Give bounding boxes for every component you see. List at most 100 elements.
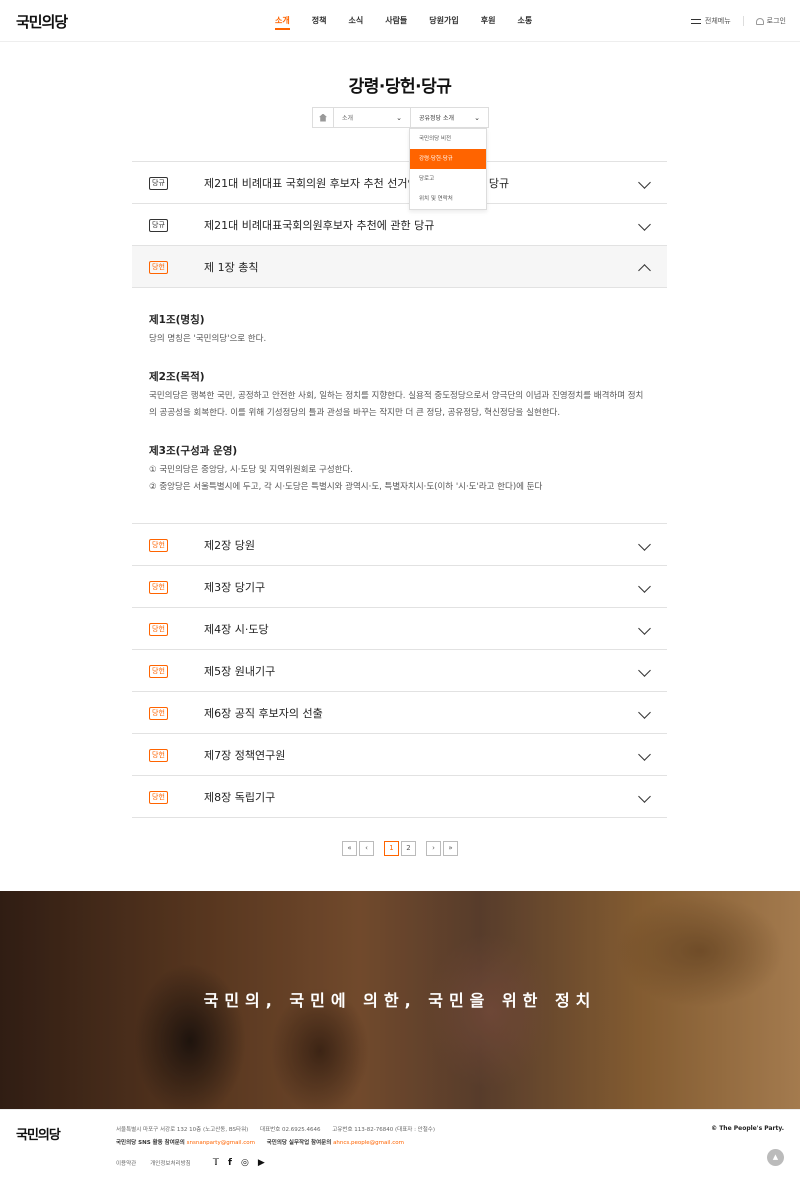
chevron-down-icon: ⌄ xyxy=(474,113,480,122)
sns-links: 𝕋 f ◎ ▶ xyxy=(213,1158,274,1168)
charter-badge: 당헌 xyxy=(149,664,168,678)
accordion-row-title: 제21대 비례대표국회의원후보자 추천에 관한 당규 xyxy=(204,219,435,232)
footer-phone-label: 대표번호 xyxy=(260,1127,281,1133)
privacy-link[interactable]: 개인정보처리방침 xyxy=(150,1159,190,1167)
charter-badge: 당헌 xyxy=(149,622,168,636)
accordion-row[interactable]: 당헌 제4장 시·도당 xyxy=(132,608,667,650)
breadcrumb: 소개 ⌄ 공유정당 소개 ⌄ xyxy=(312,107,489,128)
footer-links: 이용약관 개인정보처리방침 𝕋 f ◎ ▶ xyxy=(116,1158,274,1168)
twitter-icon[interactable]: 𝕋 xyxy=(213,1158,219,1168)
footer-contact-line: 국민의당 SNS 활동 참여문의 snsnanparty@gmail.com 국… xyxy=(116,1138,404,1146)
footer-bizno-label: 고유번호 xyxy=(332,1127,353,1133)
footer-work-email[interactable]: ahncs.people@gmail.com xyxy=(333,1140,404,1146)
nav-item-donate[interactable]: 후원 xyxy=(470,0,507,42)
breadcrumb-dropdown: 국민의당 비전 강령·당헌·당규 당로고 위치 및 연락처 xyxy=(409,128,487,210)
nav-item-communication[interactable]: 소통 xyxy=(506,0,543,42)
accordion-row[interactable]: 당헌 제6장 공직 후보자의 선출 xyxy=(132,692,667,734)
last-page-button[interactable]: » xyxy=(443,841,458,856)
facebook-icon[interactable]: f xyxy=(228,1158,232,1168)
accordion-row[interactable]: 당헌 제8장 독립기구 xyxy=(132,776,667,818)
terms-link[interactable]: 이용약관 xyxy=(116,1159,136,1167)
instagram-icon[interactable]: ◎ xyxy=(241,1158,249,1168)
menu-icon[interactable] xyxy=(690,18,701,24)
nav-item-join[interactable]: 당원가입 xyxy=(418,0,469,42)
chevron-up-icon xyxy=(638,264,651,277)
chevron-down-icon xyxy=(638,176,651,189)
accordion-row[interactable]: 당헌 제3장 당기구 xyxy=(132,566,667,608)
nav-item-about[interactable]: 소개 xyxy=(264,0,301,42)
first-page-button[interactable]: « xyxy=(342,841,357,856)
charter-badge: 당헌 xyxy=(149,580,168,594)
accordion-row[interactable]: 당헌 제7장 정책연구원 xyxy=(132,734,667,776)
footer-work-label: 국민의당 실무작업 참여문의 xyxy=(266,1140,332,1146)
chevron-down-icon xyxy=(638,579,651,593)
page-title: 강령·당헌·당규 xyxy=(348,77,452,97)
home-icon xyxy=(319,113,327,122)
main-nav: 소개 정책 소식 사람들 당원가입 후원 소통 xyxy=(264,0,543,42)
article-title: 제1조(명칭) xyxy=(149,314,205,326)
nav-item-policy[interactable]: 정책 xyxy=(301,0,338,42)
accordion-row[interactable]: 당헌 제5장 원내기구 xyxy=(132,650,667,692)
prev-page-button[interactable]: ‹ xyxy=(359,841,374,856)
site-logo[interactable]: 국민의당 xyxy=(16,11,68,32)
rule-badge: 당규 xyxy=(149,219,168,232)
article: 제3조(구성과 운영) ① 국민의당은 중앙당, 시·도당 및 지역위원회로 구… xyxy=(149,443,650,497)
accordion-row-title: 제8장 독립기구 xyxy=(204,790,276,804)
accordion-row-title: 제6장 공직 후보자의 선출 xyxy=(204,706,323,720)
nav-item-people[interactable]: 사람들 xyxy=(374,0,418,42)
slogan-banner: 국민의, 국민에 의한, 국민을 위한 정치 xyxy=(0,891,800,1109)
accordion-row[interactable]: 당규 제21대 비례대표국회의원후보자 추천에 관한 당규 xyxy=(132,204,667,246)
breadcrumb-select-level2[interactable]: 공유정당 소개 ⌄ xyxy=(411,108,488,127)
charter-accordion: 당규 제21대 비례대표 국회의원 후보자 추천 선거인단 구성에 관한 당규 … xyxy=(132,161,667,818)
pagination: « ‹ 1 2 › » xyxy=(342,841,460,856)
page-button-1[interactable]: 1 xyxy=(384,841,399,856)
breadcrumb-level2-label: 공유정당 소개 xyxy=(419,115,455,122)
login-button[interactable]: 로그인 xyxy=(767,16,786,26)
charter-badge: 당헌 xyxy=(149,538,168,552)
dropdown-item-vision[interactable]: 국민의당 비전 xyxy=(410,129,486,149)
accordion-content: 제1조(명칭) 당의 명칭은 '국민의당'으로 한다. 제2조(목적) 국민의당… xyxy=(132,288,667,524)
breadcrumb-level1-label: 소개 xyxy=(342,115,354,122)
nav-item-news[interactable]: 소식 xyxy=(337,0,374,42)
accordion-row-title: 제2장 당원 xyxy=(204,538,255,552)
next-page-button[interactable]: › xyxy=(426,841,441,856)
home-button[interactable] xyxy=(313,108,334,127)
page-button-2[interactable]: 2 xyxy=(401,841,416,856)
scroll-top-button[interactable]: ▲ xyxy=(767,1149,784,1166)
rule-badge: 당규 xyxy=(149,177,168,190)
article: 제2조(목적) 국민의당은 행복한 국민, 공정하고 안전한 사회, 일하는 정… xyxy=(149,369,650,423)
divider xyxy=(742,16,744,26)
dropdown-item-charter[interactable]: 강령·당헌·당규 xyxy=(410,149,486,169)
chevron-down-icon: ⌄ xyxy=(396,113,402,122)
accordion-row[interactable]: 당헌 제2장 당원 xyxy=(132,524,667,566)
chevron-down-icon xyxy=(638,537,651,551)
article-body: 국민의당은 행복한 국민, 공정하고 안전한 사회, 일하는 정치를 지향한다.… xyxy=(149,390,644,419)
charter-badge: 당헌 xyxy=(149,706,168,720)
header-utilities: 전체메뉴 로그인 xyxy=(690,0,786,42)
chevron-down-icon xyxy=(638,218,651,231)
dropdown-item-logo[interactable]: 당로고 xyxy=(410,169,486,189)
copyright: © The People's Party. xyxy=(711,1125,784,1132)
article-body-line: ② 중앙당은 서울특별시에 두고, 각 시·도당은 특별시와 광역시·도, 특별… xyxy=(149,482,543,492)
footer-sns-label: 국민의당 SNS 활동 참여문의 xyxy=(116,1140,185,1146)
chevron-down-icon xyxy=(638,621,651,635)
site-header: 국민의당 소개 정책 소식 사람들 당원가입 후원 소통 전체메뉴 로그인 xyxy=(0,0,800,42)
footer-logo: 국민의당 xyxy=(16,1128,61,1143)
accordion-row-open[interactable]: 당헌 제 1장 총칙 xyxy=(132,246,667,288)
user-icon[interactable] xyxy=(755,17,764,25)
accordion-row[interactable]: 당규 제21대 비례대표 국회의원 후보자 추천 선거인단 구성에 관한 당규 xyxy=(132,162,667,204)
site-footer: 국민의당 서울특별시 마포구 서강로 132 10층 (노고산동, BS타워) … xyxy=(0,1109,800,1189)
footer-info-line: 서울특별시 마포구 서강로 132 10층 (노고산동, BS타워) 대표번호 … xyxy=(116,1125,435,1133)
all-menu-button[interactable]: 전체메뉴 xyxy=(705,16,731,26)
footer-sns-email[interactable]: snsnanparty@gmail.com xyxy=(187,1140,255,1146)
footer-phone: 02.6925.4646 xyxy=(282,1127,321,1133)
breadcrumb-select-level1[interactable]: 소개 ⌄ xyxy=(334,108,411,127)
chevron-down-icon xyxy=(638,789,651,803)
youtube-icon[interactable]: ▶ xyxy=(258,1158,265,1168)
chevron-down-icon xyxy=(638,705,651,719)
charter-badge: 당헌 xyxy=(149,261,168,274)
dropdown-item-location[interactable]: 위치 및 연락처 xyxy=(410,189,486,209)
footer-address: 서울특별시 마포구 서강로 132 10층 (노고산동, BS타워) xyxy=(116,1127,249,1133)
accordion-row-title: 제4장 시·도당 xyxy=(204,622,269,636)
article-title: 제2조(목적) xyxy=(149,370,205,383)
